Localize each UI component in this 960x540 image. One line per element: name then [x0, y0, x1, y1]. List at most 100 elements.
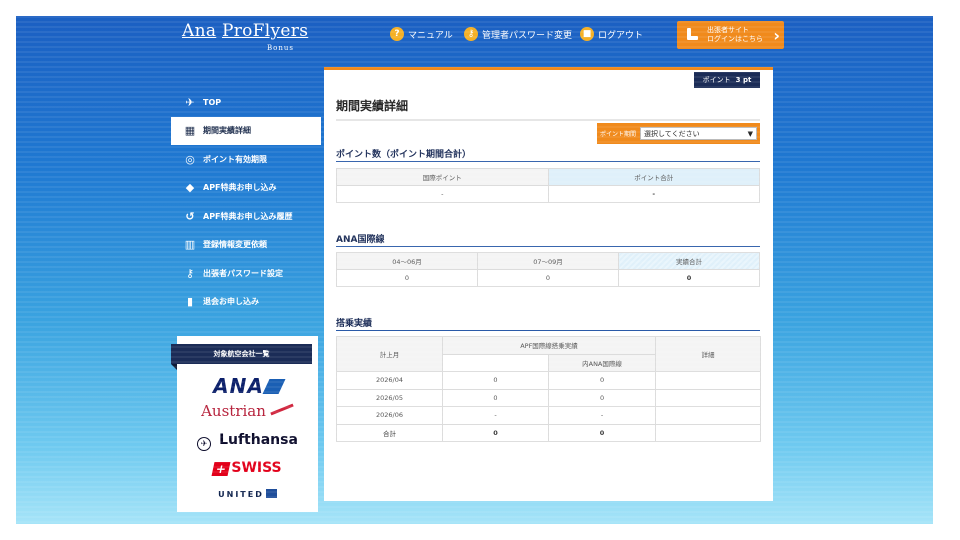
- main-content-card: ポイント 3 pt 期間実績詳細 ポイント期間 選択してください ▼ ポイント数…: [324, 67, 773, 501]
- logo-text-proflyers: ProFlyers: [221, 21, 309, 41]
- table-cell: 合計: [336, 423, 443, 442]
- admin-password-change-label: 管理者パスワード変更: [482, 30, 573, 41]
- airplane-icon: ✈: [185, 95, 195, 109]
- table-row: 2026/05 0 0: [336, 388, 762, 407]
- points-value: 3 pt: [735, 76, 752, 84]
- key-person-icon: ⚷: [185, 266, 195, 280]
- table-cell: [655, 406, 762, 425]
- table-header: 詳細: [655, 336, 762, 372]
- form-icon: ▥: [184, 238, 196, 252]
- table-cell: 0: [477, 269, 619, 287]
- sidebar-item-label: TOP: [203, 97, 222, 107]
- sidebar-item-label: 登録情報変更依頼: [203, 240, 267, 250]
- sidebar-menu: ✈ TOP ▦ 期間実績詳細 ◎ ポイント有効期限 ◆ APF特典お申し込み ↺…: [171, 88, 321, 316]
- sidebar-item-withdrawal[interactable]: ▮ 退会お申し込み: [171, 288, 321, 317]
- table-cell: 2026/06: [336, 406, 443, 425]
- traveler-site-login-button[interactable]: 出張者サイト ログインはこちら ›: [677, 21, 784, 49]
- table-header: 内ANA国際線: [547, 353, 657, 372]
- table-row: 2026/06 - -: [336, 406, 762, 425]
- coin-icon: ◎: [185, 152, 195, 166]
- chevron-down-icon: ▼: [747, 129, 753, 138]
- table-cell: [655, 371, 762, 390]
- points-section-title: ポイント数（ポイント期間合計）: [336, 150, 472, 160]
- ana-proflyers-logo[interactable]: Ana ProFlyers Bonus: [182, 21, 308, 61]
- sidebar-item-label: APF特典お申し込み: [203, 183, 277, 193]
- table-header: 国際ポイント: [336, 168, 549, 186]
- table-header: 計上月: [336, 336, 443, 372]
- table-header: [442, 353, 549, 372]
- table-header: 実績合計: [618, 252, 760, 270]
- sidebar-item-award-application[interactable]: ◆ APF特典お申し込み: [171, 174, 321, 203]
- table-cell: 0: [618, 269, 760, 287]
- sidebar-item-point-expiry[interactable]: ◎ ポイント有効期限: [171, 145, 321, 174]
- point-period-filter: ポイント期間 選択してください ▼: [597, 123, 760, 144]
- sidebar-item-period-details[interactable]: ▦ 期間実績詳細: [171, 116, 321, 145]
- points-balance-badge: ポイント 3 pt: [694, 72, 760, 88]
- table-cell: 2026/05: [336, 388, 443, 407]
- table-cell: 0: [442, 423, 549, 442]
- sidebar-item-label: APF特典お申し込み履歴: [203, 211, 293, 221]
- ana-logo: ANA: [177, 374, 318, 398]
- sidebar-item-label: 退会お申し込み: [203, 297, 259, 307]
- calendar-icon: ▦: [184, 124, 196, 138]
- logo-text-ana: Ana: [182, 21, 217, 41]
- boarding-record-table: 計上月 APF国際線搭乗実績 詳細 内ANA国際線 2026/04 0 0 20…: [336, 336, 762, 442]
- ana-international-table: 04〜06月 07〜09月 実績合計 0 0 0: [336, 252, 760, 287]
- logout-link-label: ログアウト: [598, 30, 644, 41]
- table-header: 04〜06月: [336, 252, 478, 270]
- sidebar-item-label: 期間実績詳細: [203, 126, 251, 136]
- table-cell: -: [547, 185, 760, 203]
- ana-international-section-title: ANA国際線: [336, 235, 385, 245]
- boarding-record-section-title: 搭乗実績: [336, 319, 373, 329]
- history-icon: ↺: [185, 209, 195, 223]
- table-cell: 0: [547, 423, 657, 442]
- chevron-right-icon: ›: [773, 25, 780, 45]
- table-cell: -: [442, 406, 549, 425]
- table-cell: 0: [547, 371, 657, 390]
- swiss-logo: + SWISS: [177, 460, 318, 476]
- section-divider: [336, 246, 760, 247]
- manual-link-label: マニュアル: [408, 30, 453, 41]
- sidebar-item-registration-change[interactable]: ▥ 登録情報変更依頼: [171, 231, 321, 260]
- partner-airlines-heading: 対象航空会社一覧: [171, 344, 312, 370]
- table-cell: [655, 388, 762, 407]
- gift-icon: ◆: [185, 181, 195, 195]
- title-divider: [336, 119, 760, 121]
- united-logo: UNITED: [177, 489, 318, 499]
- table-cell: 0: [442, 388, 549, 407]
- admin-password-change-link[interactable]: ⚷ 管理者パスワード変更: [464, 27, 572, 41]
- sidebar-item-traveler-password[interactable]: ⚷ 出張者パスワード設定: [171, 259, 321, 288]
- point-period-select[interactable]: 選択してください ▼: [640, 127, 757, 140]
- lufthansa-logo: ✈ Lufthansa: [177, 432, 318, 451]
- section-divider: [336, 330, 760, 331]
- table-header: ポイント合計: [547, 168, 760, 186]
- section-divider: [336, 161, 760, 162]
- table-cell: -: [336, 185, 549, 203]
- sidebar-item-award-history[interactable]: ↺ APF特典お申し込み履歴: [171, 202, 321, 231]
- sidebar-item-top[interactable]: ✈ TOP: [171, 88, 321, 117]
- exit-door-icon: ▮: [186, 295, 194, 309]
- table-header: 07〜09月: [477, 252, 619, 270]
- logo-subtext: Bonus: [267, 44, 294, 52]
- austrian-logo: Austrian: [177, 402, 318, 420]
- points-label: ポイント: [702, 76, 731, 84]
- sidebar-item-label: ポイント有効期限: [203, 154, 267, 164]
- lock-circle-icon: ■: [580, 27, 594, 41]
- table-cell: 0: [547, 388, 657, 407]
- table-header: APF国際線搭乗実績: [441, 336, 657, 355]
- table-cell: [655, 423, 762, 442]
- partner-airlines-panel: 対象航空会社一覧 ANA Austrian ✈ Lufthansa + SWISS …: [171, 336, 318, 512]
- table-cell: 0: [336, 269, 478, 287]
- key-circle-icon: ⚷: [464, 27, 478, 41]
- logout-link[interactable]: ■ ログアウト: [580, 27, 643, 41]
- page-background: Ana ProFlyers Bonus ? マニュアル ⚷ 管理者パスワード変更…: [16, 16, 933, 524]
- page-title: 期間実績詳細: [336, 99, 409, 113]
- table-cell: -: [547, 406, 657, 425]
- question-circle-icon: ?: [390, 27, 404, 41]
- traveler-site-login-label: 出張者サイト ログインはこちら: [707, 26, 763, 43]
- manual-link[interactable]: ? マニュアル: [390, 27, 453, 41]
- table-total-row: 合計 0 0: [336, 423, 762, 442]
- seat-icon: [685, 28, 699, 42]
- point-period-selected: 選択してください: [644, 129, 700, 138]
- table-cell: 2026/04: [336, 371, 443, 390]
